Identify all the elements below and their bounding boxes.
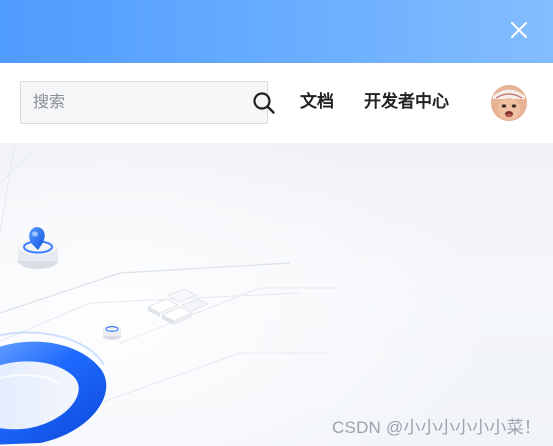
user-avatar[interactable] [491, 85, 527, 121]
close-button[interactable] [509, 20, 529, 40]
avatar-image [491, 85, 527, 121]
search-input[interactable] [21, 82, 252, 123]
hero-illustration [0, 143, 553, 446]
search-box [20, 81, 275, 124]
nav-developer-center-link[interactable]: 开发者中心 [364, 91, 449, 113]
hero-banner: CSDN @小小小小小小菜！ [0, 143, 553, 446]
nav-docs-link[interactable]: 文档 [300, 91, 334, 113]
title-bar [0, 0, 553, 63]
search-icon[interactable] [252, 91, 276, 115]
header-bar: 文档 开发者中心 [0, 63, 553, 143]
app-window: 文档 开发者中心 [0, 0, 553, 446]
watermark-text: CSDN @小小小小小小菜！ [332, 418, 541, 437]
close-icon [511, 22, 527, 38]
